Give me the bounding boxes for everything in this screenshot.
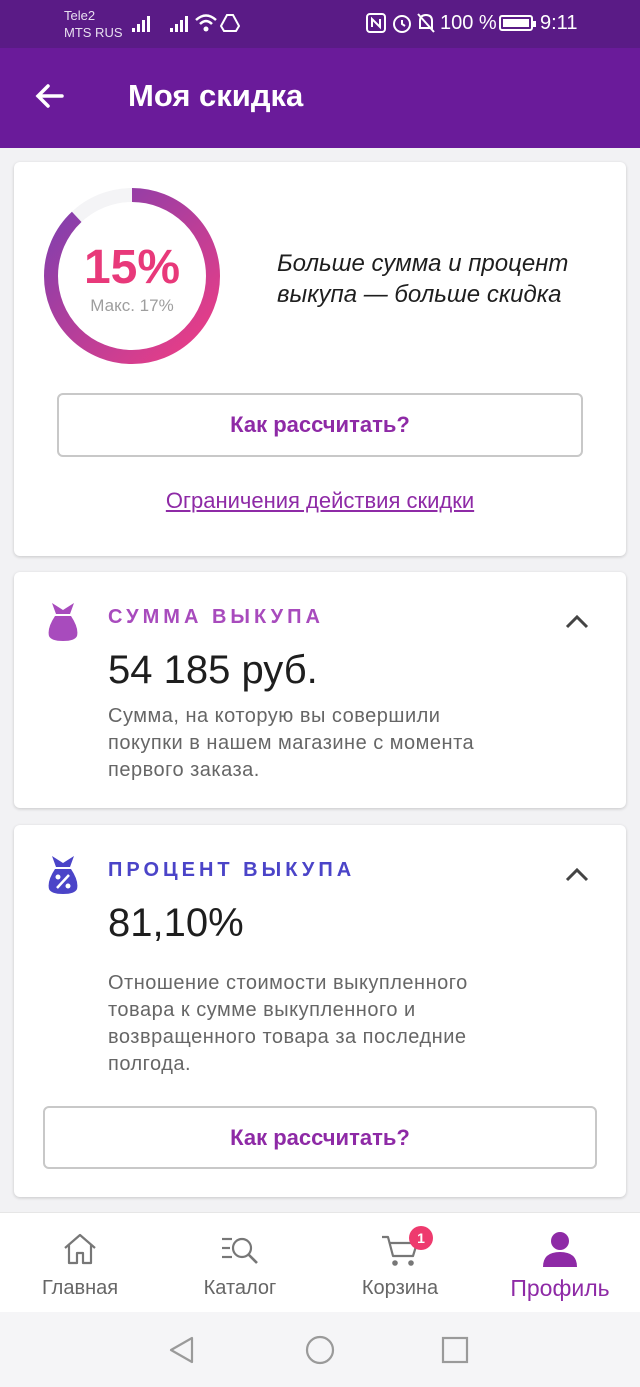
slogan-line-1: Больше сумма и процент <box>277 250 569 277</box>
discount-card: 15% Макс. 17% Больше сумма и процент вык… <box>14 162 626 556</box>
arrow-left-icon[interactable] <box>30 76 70 116</box>
carrier-2: MTS RUS <box>64 25 123 40</box>
carrier-1: Tele2 <box>64 8 96 23</box>
chevron-up-icon[interactable] <box>564 614 590 630</box>
cart-badge: 1 <box>409 1226 433 1250</box>
catalog-search-icon <box>222 1237 258 1264</box>
discount-slogan: Больше сумма и процент выкупа — больше с… <box>277 248 607 310</box>
purchase-sum-description: Сумма, на которую вы совершили покупки в… <box>108 703 588 784</box>
purchase-percent-title: ПРОЦЕНТ ВЫКУПА <box>108 859 356 881</box>
system-navigation-bar <box>0 1312 640 1387</box>
desc-line: Сумма, на которую вы совершили <box>108 705 441 727</box>
percent-bag-icon <box>48 856 78 894</box>
battery-percent: 100 % <box>440 12 497 34</box>
nav-profile[interactable]: Профиль <box>480 1213 640 1313</box>
signal-icon-2 <box>170 14 188 32</box>
carrier-labels: Tele2 MTS RUS <box>64 7 123 41</box>
status-bar: Tele2 MTS RUS 100 % 9:11 <box>0 0 640 48</box>
desc-line: возвращенного товара за последние <box>108 1026 467 1048</box>
purchase-percent-description: Отношение стоимости выкупленного товара … <box>108 970 588 1078</box>
discount-limits-link[interactable]: Ограничения действия скидки <box>14 488 626 514</box>
nav-home-label: Главная <box>41 1277 119 1299</box>
page-title: Моя скидка <box>128 78 304 113</box>
how-calculate-button-2[interactable]: Как рассчитать? <box>43 1106 597 1169</box>
discount-max: Макс. 17% <box>90 296 174 315</box>
purchase-percent-card: ПРОЦЕНТ ВЫКУПА 81,10% Отношение стоимост… <box>14 825 626 1197</box>
desc-line: полгода. <box>108 1053 192 1075</box>
desc-line: товара к сумме выкупленного и <box>108 999 416 1021</box>
alarm-icon <box>393 15 411 33</box>
clock: 9:11 <box>540 12 578 34</box>
nav-profile-label: Профиль <box>510 1275 610 1301</box>
desc-line: покупки в нашем магазине с момента <box>108 732 475 754</box>
chevron-up-icon[interactable] <box>564 867 590 883</box>
nav-home[interactable]: Главная <box>0 1213 160 1313</box>
wifi-icon <box>195 14 217 32</box>
nav-catalog-label: Каталог <box>203 1277 277 1299</box>
slogan-line-2: выкупа — больше скидка <box>277 281 562 308</box>
purchase-sum-title: СУММА ВЫКУПА <box>108 606 324 628</box>
nfc-icon <box>366 13 386 33</box>
system-recents-icon[interactable] <box>439 1334 471 1366</box>
desc-line: первого заказа. <box>108 759 260 781</box>
app-bar: Моя скидка <box>0 48 640 148</box>
purchase-percent-value: 81,10% <box>108 901 244 945</box>
desc-line: Отношение стоимости выкупленного <box>108 972 468 994</box>
mute-bell-icon <box>417 13 435 33</box>
signal-icon-1 <box>132 14 150 32</box>
system-back-icon[interactable] <box>166 1334 198 1366</box>
profile-icon <box>543 1232 577 1267</box>
system-home-icon[interactable] <box>304 1334 336 1366</box>
drive-icon <box>220 14 240 32</box>
discount-percent: 15% <box>83 241 181 294</box>
nav-cart-label: Корзина <box>361 1277 439 1299</box>
nav-catalog[interactable]: Каталог <box>160 1213 320 1313</box>
purchase-sum-value: 54 185 руб. <box>108 648 318 692</box>
battery-icon <box>499 15 536 31</box>
money-bag-icon <box>48 603 78 641</box>
purchase-sum-card: СУММА ВЫКУПА 54 185 руб. Сумма, на котор… <box>14 572 626 808</box>
nav-cart[interactable]: 1 Корзина <box>320 1213 480 1313</box>
bottom-navigation: Главная Каталог 1 Корзина Профиль <box>0 1212 640 1312</box>
how-calculate-button[interactable]: Как рассчитать? <box>57 393 583 457</box>
home-icon <box>64 1233 96 1265</box>
